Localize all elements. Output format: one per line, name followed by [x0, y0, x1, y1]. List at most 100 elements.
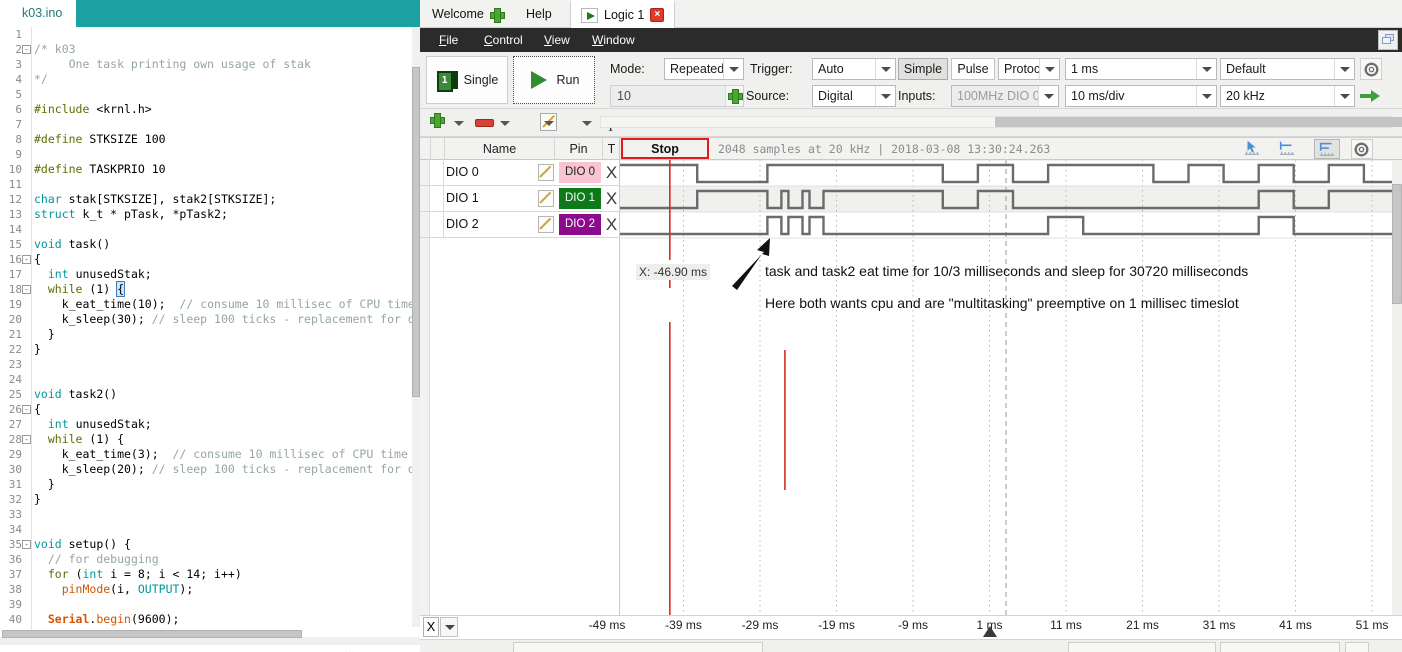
arduino-tab-k03[interactable]: k03.ino [0, 0, 76, 27]
tab-help-label: Help [526, 0, 552, 28]
channel-grip[interactable] [420, 160, 430, 185]
menu-control[interactable]: Control [475, 28, 532, 52]
wave-vertical-scroll-thumb[interactable] [1392, 184, 1402, 304]
channel-select[interactable] [431, 160, 444, 185]
waveform-svg [620, 160, 1392, 616]
column-header-t[interactable]: T [603, 138, 620, 160]
apply-arrow-icon[interactable] [1360, 89, 1382, 103]
channel-trigger-toggle[interactable]: X [603, 160, 620, 185]
chevron-down-icon[interactable] [498, 113, 512, 133]
line-number: 8 [0, 132, 22, 147]
inputs-select[interactable]: 100MHz DIO 0..1 [951, 85, 1059, 107]
axis-options-chevron-icon[interactable] [440, 617, 458, 637]
menu-file[interactable]: File [430, 28, 467, 52]
line-number: 2 [0, 42, 22, 57]
line-number: 12 [0, 192, 22, 207]
wave-vertical-scrollbar[interactable] [1392, 160, 1402, 616]
code-line: 28- while (1) { [0, 432, 420, 447]
pointer-tool-button[interactable] [1240, 139, 1266, 159]
chevron-down-icon[interactable] [542, 113, 556, 133]
axis-x-button[interactable]: X [423, 617, 439, 637]
simple-tab-button[interactable]: Simple [898, 58, 948, 80]
channel-trigger-toggle[interactable]: X [603, 186, 620, 211]
channel-grip[interactable] [420, 186, 430, 211]
code-fold-toggle[interactable]: - [22, 435, 31, 444]
code-text: int unusedStak; [34, 267, 152, 282]
chevron-down-icon[interactable] [452, 113, 466, 133]
close-icon[interactable]: × [650, 8, 664, 22]
rate-select-value: 20 kHz [1226, 89, 1265, 103]
code-fold-toggle[interactable]: - [22, 540, 31, 549]
position-select[interactable]: 1 ms [1065, 58, 1217, 80]
column-header-pin[interactable]: Pin [555, 138, 602, 160]
run-button[interactable]: Run [513, 56, 595, 104]
add-icon[interactable] [430, 113, 446, 129]
remove-icon[interactable] [475, 113, 492, 131]
base-select[interactable]: 10 ms/div [1065, 85, 1217, 107]
source-select[interactable]: Digital [812, 85, 896, 107]
channel-row[interactable]: DIO 0DIO 0X [420, 160, 620, 186]
pulse-tab-button[interactable]: Pulse [951, 58, 995, 80]
code-line: 29 k_eat_time(3); // consume 10 millisec… [0, 447, 420, 462]
channel-edit-pencil-icon[interactable] [538, 216, 554, 233]
channel-row[interactable]: DIO 1DIO 1X [420, 186, 620, 212]
menu-window[interactable]: Window [583, 28, 644, 52]
wave-settings-gear-button[interactable] [1351, 139, 1373, 159]
tab-logic-1[interactable]: Logic 1 × [570, 0, 675, 29]
axis-cursor-marker[interactable] [983, 626, 997, 637]
code-fold-toggle[interactable]: - [22, 45, 31, 54]
line-number: 7 [0, 117, 22, 132]
chevron-down-icon [1334, 59, 1354, 79]
trigger-select-value: Auto [818, 62, 844, 76]
channel-grip[interactable] [420, 212, 430, 237]
trigger-select[interactable]: Auto [812, 58, 896, 80]
arduino-horizontal-scroll-thumb[interactable] [2, 630, 302, 638]
menu-view[interactable]: View [535, 28, 579, 52]
column-header-name[interactable]: Name [445, 138, 554, 160]
code-text: #include <krnl.h> [34, 102, 152, 117]
code-fold-toggle[interactable]: - [22, 255, 31, 264]
code-text: // for debugging [34, 552, 159, 567]
code-line: 7 [0, 117, 420, 132]
status-gear-box[interactable] [1345, 642, 1369, 652]
single-button[interactable]: Single [426, 56, 508, 104]
mode-select[interactable]: Repeated [664, 58, 744, 80]
code-line: 36 // for debugging [0, 552, 420, 567]
restore-window-button[interactable] [1378, 30, 1398, 50]
line-number: 4 [0, 72, 22, 87]
channel-select[interactable] [431, 212, 444, 237]
arduino-horizontal-scrollbar[interactable] [0, 637, 420, 645]
line-number: 21 [0, 327, 22, 342]
tab-welcome[interactable]: Welcome [422, 0, 513, 28]
channel-edit-pencil-icon[interactable] [538, 190, 554, 207]
arduino-vertical-scrollbar[interactable] [412, 27, 420, 627]
line-number: 11 [0, 177, 22, 192]
align-left-tool-button[interactable] [1275, 139, 1301, 159]
add-source-icon[interactable] [728, 89, 741, 102]
channel-row[interactable]: DIO 2DIO 2X [420, 212, 620, 238]
arduino-vertical-scroll-thumb[interactable] [412, 67, 420, 397]
view-scroll-thumb[interactable] [995, 117, 1402, 127]
count-stepper[interactable]: 10 [610, 85, 744, 107]
channel-pin-badge[interactable]: DIO 1 [559, 188, 601, 209]
protocol-select[interactable]: Protocol [998, 58, 1060, 80]
waveform-plot[interactable]: X: -46.90 ms task and task2 eat time for… [620, 160, 1392, 616]
channel-trigger-toggle[interactable]: X [603, 212, 620, 237]
code-fold-toggle[interactable]: - [22, 405, 31, 414]
gear-icon [1354, 142, 1369, 157]
line-number: 39 [0, 597, 22, 612]
preset-select[interactable]: Default [1220, 58, 1355, 80]
channel-edit-pencil-icon[interactable] [538, 164, 554, 181]
code-fold-toggle[interactable]: - [22, 285, 31, 294]
stop-button[interactable]: Stop [621, 138, 709, 159]
channel-pin-badge[interactable]: DIO 2 [559, 214, 601, 235]
arduino-code-editor[interactable]: 12-/* k033 One task printing own usage o… [0, 27, 420, 645]
tab-help[interactable]: Help [516, 0, 562, 28]
chevron-down-icon[interactable] [580, 113, 594, 133]
channel-select[interactable] [431, 186, 444, 211]
line-number: 25 [0, 387, 22, 402]
rate-select[interactable]: 20 kHz [1220, 85, 1355, 107]
align-range-tool-button[interactable] [1314, 139, 1340, 159]
settings-gear-button[interactable] [1360, 58, 1382, 80]
channel-pin-badge[interactable]: DIO 0 [559, 162, 601, 183]
